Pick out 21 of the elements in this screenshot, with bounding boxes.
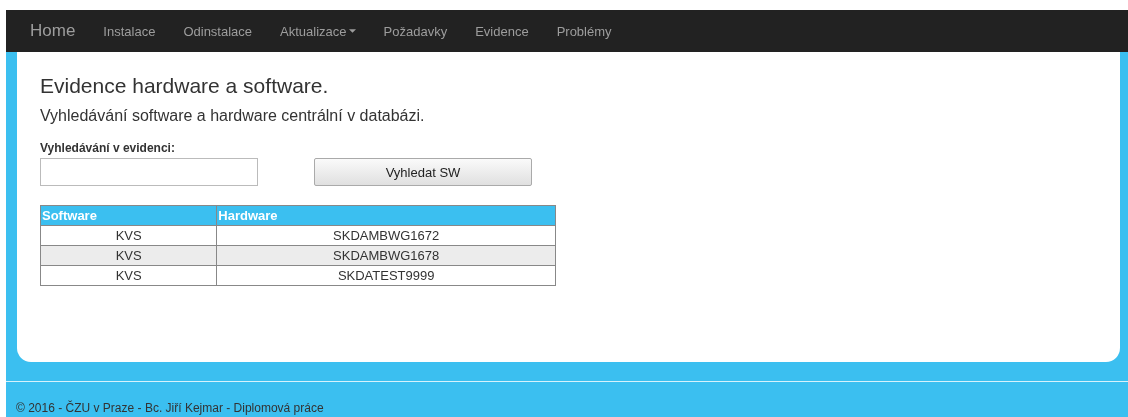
footer-text: © 2016 - ČZU v Praze - Bc. Jiří Kejmar - Diplomová práce [16,401,325,415]
nav-link[interactable]: Problémy [556,23,612,39]
column-header: Software [40,205,217,226]
search-label: Vyhledávání v evidenci: [40,141,176,155]
nav-dropdown[interactable]: Aktualizace [280,23,356,39]
nav-link[interactable]: Odinstalace [183,23,253,39]
nav-link[interactable]: Evidence [475,23,529,39]
column-header: Hardware [216,205,556,226]
nav-link[interactable]: Instalace [103,23,156,39]
search-button[interactable]: Vyhledat SW [314,158,532,186]
page-subtitle: Vyhledávání software a hardware centrální v databázi. [40,107,426,125]
home-link[interactable]: Home [30,21,76,41]
table-cell: SKDAMBWG1672 [216,225,556,246]
table-cell: SKDATEST9999 [216,265,556,286]
caret-icon [348,29,356,33]
table-cell: KVS [40,245,217,266]
table-cell: KVS [40,265,217,286]
nav-link[interactable]: Požadavky [383,23,448,39]
page-title: Evidence hardware a software. [40,74,330,98]
search-field[interactable] [40,158,258,186]
table-cell: KVS [40,225,217,246]
